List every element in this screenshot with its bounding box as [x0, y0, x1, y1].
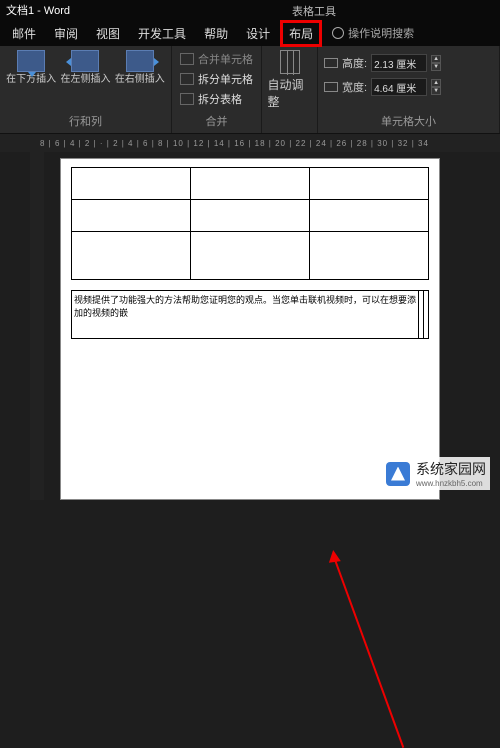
- tab-design[interactable]: 设计: [238, 21, 278, 46]
- merge-cells-button: 合并单元格: [178, 50, 255, 68]
- tell-me-label: 操作说明搜索: [348, 25, 414, 41]
- width-up[interactable]: ▲: [431, 79, 441, 87]
- split-table-button[interactable]: 拆分表格: [178, 90, 255, 108]
- tab-mail[interactable]: 邮件: [4, 21, 44, 46]
- tab-view[interactable]: 视图: [88, 21, 128, 46]
- table-row: 视频提供了功能强大的方法帮助您证明您的观点。当您单击联机视频时，可以在想要添加的…: [72, 291, 429, 339]
- watermark-logo-icon: [386, 462, 410, 486]
- width-icon: [324, 82, 338, 92]
- ribbon: 在下方插入 在左侧插入 在右侧插入 行和列 合并单元格 拆分单元格 拆分表格 合…: [0, 46, 500, 134]
- horizontal-ruler[interactable]: 8 | 6 | 4 | 2 | · | 2 | 4 | 6 | 8 | 10 |…: [0, 134, 500, 152]
- width-down[interactable]: ▼: [431, 87, 441, 95]
- vertical-ruler[interactable]: [30, 152, 44, 500]
- width-label: 宽度:: [342, 79, 367, 95]
- insert-below-icon: [17, 50, 45, 72]
- table-2[interactable]: 视频提供了功能强大的方法帮助您证明您的观点。当您单击联机视频时，可以在想要添加的…: [71, 290, 429, 339]
- tab-layout[interactable]: 布局: [280, 20, 322, 47]
- height-icon: [324, 58, 338, 68]
- split-cells-button[interactable]: 拆分单元格: [178, 70, 255, 88]
- group-size-label: 单元格大小: [324, 113, 493, 129]
- document-title: 文档1 - Word: [6, 2, 70, 18]
- group-rows-cols-label: 行和列: [6, 113, 165, 129]
- tell-me[interactable]: 操作说明搜索: [332, 25, 414, 41]
- width-input[interactable]: [371, 78, 427, 96]
- tab-review[interactable]: 审阅: [46, 21, 86, 46]
- insert-left-label: 在左侧插入: [60, 74, 110, 85]
- group-cell-size: 高度: ▲▼ 宽度: ▲▼ 单元格大小: [318, 46, 500, 133]
- insert-left-icon: [71, 50, 99, 72]
- height-down[interactable]: ▼: [431, 63, 441, 71]
- document-area[interactable]: 视频提供了功能强大的方法帮助您证明您的观点。当您单击联机视频时，可以在想要添加的…: [0, 152, 500, 500]
- merge-cells-icon: [180, 53, 194, 65]
- insert-right-label: 在右侧插入: [115, 74, 165, 85]
- insert-below-button[interactable]: 在下方插入: [6, 50, 56, 85]
- insert-right-icon: [126, 50, 154, 72]
- height-row: 高度: ▲▼: [324, 54, 493, 72]
- page: 视频提供了功能强大的方法帮助您证明您的观点。当您单击联机视频时，可以在想要添加的…: [60, 158, 440, 500]
- context-tab-label: 表格工具: [292, 3, 336, 19]
- title-bar: 文档1 - Word 表格工具: [0, 0, 500, 20]
- group-autofit: 自动调整: [262, 46, 318, 133]
- watermark-name: 系统家园网: [416, 461, 486, 477]
- split-cells-icon: [180, 73, 194, 85]
- tab-dev[interactable]: 开发工具: [130, 21, 194, 46]
- table-row: [72, 200, 429, 232]
- height-up[interactable]: ▲: [431, 55, 441, 63]
- tab-help[interactable]: 帮助: [196, 21, 236, 46]
- bulb-icon: [332, 27, 344, 39]
- group-merge-label: 合并: [178, 113, 255, 129]
- insert-right-button[interactable]: 在右侧插入: [115, 50, 165, 85]
- autofit-icon: [280, 50, 300, 74]
- group-merge: 合并单元格 拆分单元格 拆分表格 合并: [172, 46, 262, 133]
- height-input[interactable]: [371, 54, 427, 72]
- cell-with-text[interactable]: 视频提供了功能强大的方法帮助您证明您的观点。当您单击联机视频时，可以在想要添加的…: [72, 291, 419, 339]
- watermark: 系统家园网 www.hnzkbh5.com: [382, 457, 490, 490]
- split-table-icon: [180, 93, 194, 105]
- watermark-url: www.hnzkbh5.com: [416, 479, 486, 488]
- ribbon-tabs: 邮件 审阅 视图 开发工具 帮助 设计 布局 操作说明搜索: [0, 20, 500, 46]
- table-1[interactable]: [71, 167, 429, 280]
- width-row: 宽度: ▲▼: [324, 78, 493, 96]
- autofit-label: 自动调整: [268, 76, 312, 110]
- table-row: [72, 168, 429, 200]
- autofit-button[interactable]: 自动调整: [268, 50, 312, 110]
- height-label: 高度:: [342, 55, 367, 71]
- insert-left-button[interactable]: 在左侧插入: [60, 50, 110, 85]
- group-rows-cols: 在下方插入 在左侧插入 在右侧插入 行和列: [0, 46, 172, 133]
- table-row: [72, 232, 429, 280]
